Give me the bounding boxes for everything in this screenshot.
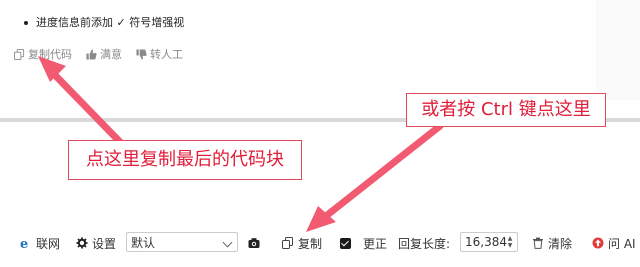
toolbar-copy-label: 复制	[298, 236, 323, 251]
thumbs-up-icon	[86, 48, 97, 60]
settings-label: 设置	[92, 236, 117, 251]
scroll-gutter	[596, 0, 640, 100]
network-button[interactable]: e 联网	[20, 230, 60, 256]
reply-length-input[interactable]: 16,384 ▲ ▼	[460, 232, 518, 252]
satisfied-button[interactable]: 满意	[86, 46, 122, 62]
arrow-to-toolbar-copy	[306, 122, 444, 232]
shortcut-callout-text: 或者按 Ctrl 键点这里	[421, 99, 591, 120]
clear-button[interactable]: 清除	[532, 230, 572, 256]
spin-up-icon[interactable]: ▲	[508, 235, 513, 242]
screenshot-button[interactable]	[248, 230, 260, 256]
copy-icon	[14, 48, 25, 60]
copy-callout: 点这里复制最后的代码块	[68, 140, 302, 180]
ask-ai-button[interactable]: 问 AI	[592, 230, 636, 256]
transfer-human-label: 转人工	[150, 48, 183, 61]
ask-ai-label: 问 AI	[608, 236, 636, 251]
bullet-dot	[24, 21, 28, 25]
chevron-down-icon	[222, 237, 233, 248]
number-spinner[interactable]: ▲ ▼	[505, 235, 515, 249]
ie-browser-icon: e	[20, 237, 28, 249]
toolbar-copy-button[interactable]: 复制	[282, 230, 322, 256]
reply-length-value: 16,384	[465, 235, 507, 249]
correct-checkbox[interactable]	[340, 237, 351, 249]
reply-length-label-wrap: 回复长度:	[398, 230, 450, 256]
copy-callout-text: 点这里复制最后的代码块	[86, 149, 284, 170]
message-actions: 复制代码 满意 转人工	[14, 46, 183, 62]
copy-code-label: 复制代码	[28, 48, 72, 61]
spin-down-icon[interactable]: ▼	[508, 242, 513, 249]
satisfied-label: 满意	[100, 48, 122, 61]
shortcut-callout: 或者按 Ctrl 键点这里	[406, 93, 606, 127]
camera-icon	[248, 238, 260, 248]
thumbs-down-icon	[136, 48, 147, 60]
gear-icon	[76, 237, 88, 249]
message-bullet-line: 进度信息前添加 ✓ 符号增强视	[24, 14, 184, 30]
clear-label: 清除	[548, 236, 573, 251]
upload-circle-icon	[592, 237, 604, 249]
bottom-toolbar: e 联网 设置 默认 复制 更正 回复长度: 16,384 ▲ ▼ 清除 问 A…	[0, 230, 640, 256]
copy-code-button[interactable]: 复制代码	[14, 46, 72, 62]
settings-button[interactable]: 设置	[76, 230, 116, 256]
model-select[interactable]: 默认	[126, 232, 238, 252]
transfer-human-button[interactable]: 转人工	[136, 46, 183, 62]
model-select-value: 默认	[131, 235, 156, 250]
bullet-text: 进度信息前添加 ✓ 符号增强视	[36, 16, 185, 29]
trash-icon	[533, 237, 543, 249]
correct-toggle[interactable]: 更正	[340, 230, 387, 256]
network-label: 联网	[36, 236, 61, 251]
copy-icon	[282, 237, 293, 249]
reply-length-label: 回复长度:	[398, 236, 451, 251]
correct-label: 更正	[363, 236, 388, 251]
svg-text:e: e	[20, 237, 28, 249]
